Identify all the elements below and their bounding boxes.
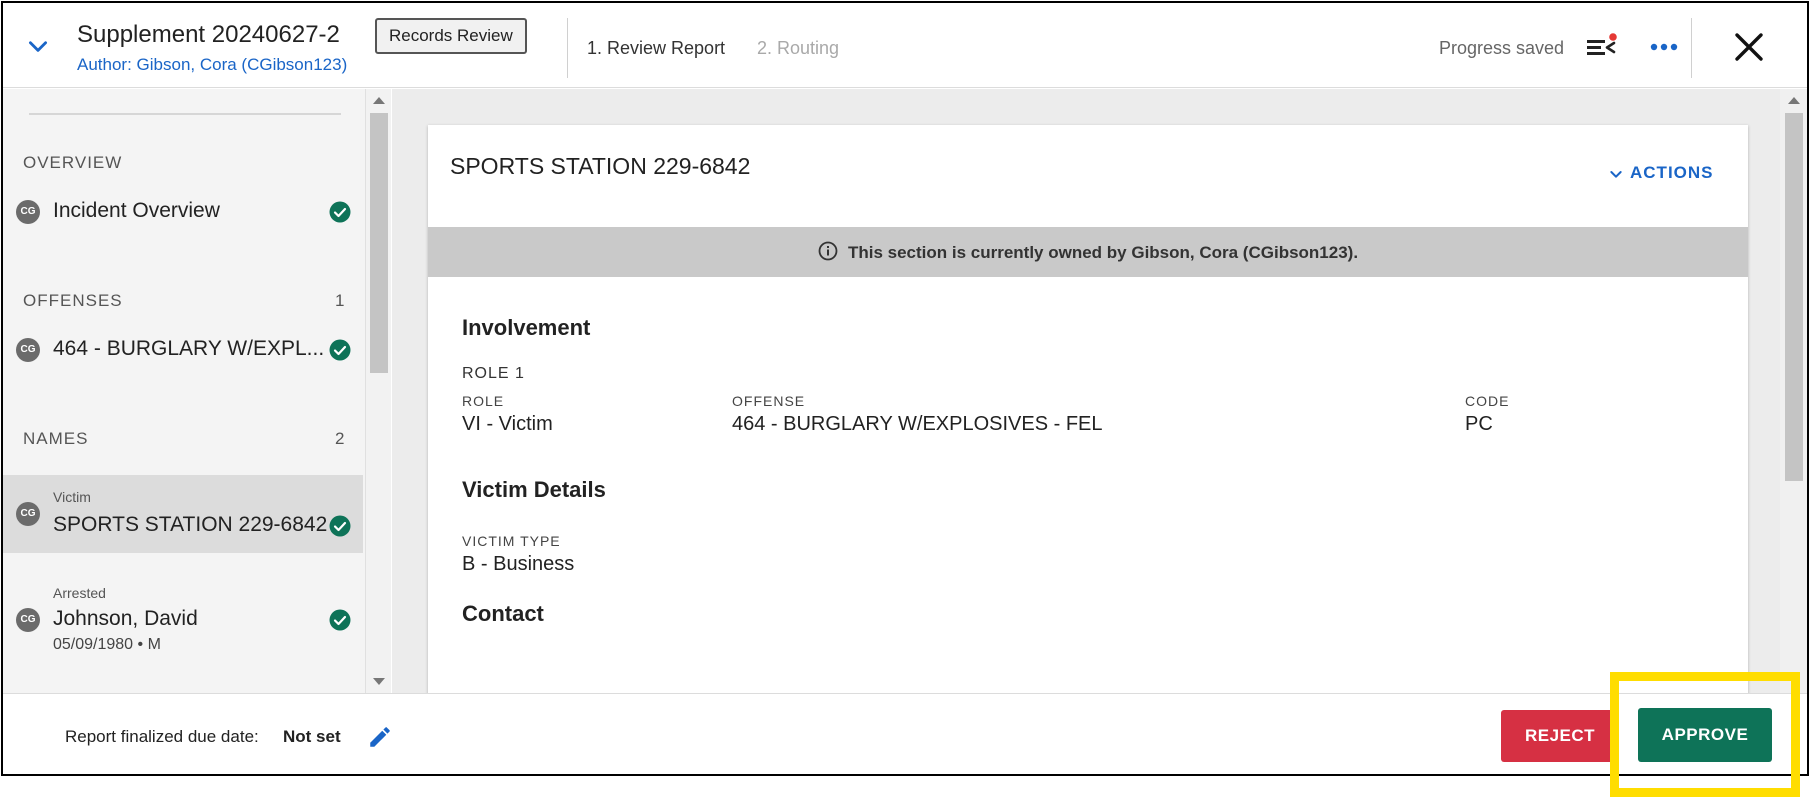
close-icon[interactable] bbox=[1733, 31, 1765, 63]
check-circle-icon bbox=[329, 609, 351, 631]
avatar: CG bbox=[16, 338, 40, 362]
scrollbar-thumb[interactable] bbox=[370, 113, 388, 373]
report-review-window: Supplement 20240627-2 Author: Gibson, Co… bbox=[1, 1, 1809, 776]
scroll-down-arrow-icon[interactable] bbox=[373, 678, 385, 685]
info-icon bbox=[818, 241, 838, 261]
check-circle-icon bbox=[329, 201, 351, 223]
header-divider bbox=[1691, 18, 1692, 78]
sidebar-item-incident-overview[interactable]: CG Incident Overview bbox=[3, 185, 363, 239]
step-routing[interactable]: 2. Routing bbox=[757, 38, 839, 59]
approve-button[interactable]: APPROVE bbox=[1638, 708, 1772, 762]
scroll-up-arrow-icon[interactable] bbox=[1788, 97, 1800, 104]
sidebar-scrollbar[interactable] bbox=[365, 89, 391, 693]
sidebar-divider bbox=[29, 113, 341, 115]
sidebar-item-label: 464 - BURGLARY W/EXPL... bbox=[53, 337, 325, 360]
sidebar-item-offense[interactable]: CG 464 - BURGLARY W/EXPL... bbox=[3, 323, 363, 377]
chevron-down-icon[interactable] bbox=[25, 33, 51, 59]
scrollbar-thumb[interactable] bbox=[1785, 113, 1803, 481]
contact-heading: Contact bbox=[462, 601, 544, 626]
chevron-down-icon bbox=[1610, 170, 1622, 178]
avatar: CG bbox=[16, 608, 40, 632]
report-title: Supplement 20240627-2 bbox=[77, 21, 340, 48]
section-heading-offenses: OFFENSES bbox=[23, 291, 123, 310]
reject-button[interactable]: REJECT bbox=[1501, 710, 1619, 762]
pencil-icon[interactable] bbox=[367, 724, 393, 750]
sidebar-item-victim[interactable]: Victim CG SPORTS STATION 229-6842 bbox=[3, 475, 363, 553]
due-date-label: Report finalized due date: bbox=[65, 727, 259, 746]
victim-type-label: VICTIM TYPE bbox=[462, 533, 561, 549]
names-count: 2 bbox=[335, 429, 345, 448]
more-horizontal-icon[interactable] bbox=[1649, 37, 1679, 57]
code-label: CODE bbox=[1465, 393, 1510, 409]
actions-label: ACTIONS bbox=[1630, 163, 1714, 182]
offenses-count: 1 bbox=[335, 291, 345, 310]
offense-value: 464 - BURGLARY W/EXPLOSIVES - FEL bbox=[732, 413, 1103, 435]
victim-type-value: B - Business bbox=[462, 553, 575, 575]
actions-dropdown-button[interactable]: ACTIONS bbox=[1608, 163, 1714, 189]
role-value: VI - Victim bbox=[462, 413, 553, 435]
main-scrollbar[interactable] bbox=[1780, 89, 1807, 693]
avatar: CG bbox=[16, 200, 40, 224]
offense-label: OFFENSE bbox=[732, 393, 806, 409]
involvement-heading: Involvement bbox=[462, 315, 591, 340]
due-date-value: Not set bbox=[283, 727, 341, 746]
ownership-banner: This section is currently owned by Gibso… bbox=[428, 227, 1748, 277]
code-value: PC bbox=[1465, 413, 1493, 435]
card-title: SPORTS STATION 229-6842 bbox=[450, 153, 751, 179]
sidebar-item-label: Johnson, David bbox=[53, 607, 198, 630]
report-author-link[interactable]: Author: Gibson, Cora (CGibson123) bbox=[77, 55, 347, 75]
sidebar-item-label: SPORTS STATION 229-6842 bbox=[53, 513, 328, 536]
sidebar-item-label: Incident Overview bbox=[53, 199, 220, 222]
step-review-report[interactable]: 1. Review Report bbox=[587, 38, 725, 59]
footer: Report finalized due date: Not set REJEC… bbox=[3, 693, 1807, 774]
main-content: SPORTS STATION 229-6842 ACTIONS This sec… bbox=[392, 89, 1807, 693]
header-divider bbox=[567, 18, 568, 78]
check-circle-icon bbox=[329, 339, 351, 361]
avatar: CG bbox=[16, 502, 40, 526]
role-heading: ROLE 1 bbox=[462, 365, 525, 382]
ownership-text: This section is currently owned by Gibso… bbox=[847, 243, 1359, 262]
progress-saved-status: Progress saved bbox=[1439, 38, 1565, 58]
records-review-badge: Records Review bbox=[375, 18, 527, 54]
section-heading-names: NAMES bbox=[23, 429, 89, 448]
section-heading-overview: OVERVIEW bbox=[23, 153, 123, 172]
sidebar-item-role: Arrested bbox=[53, 585, 106, 601]
check-circle-icon bbox=[329, 515, 351, 537]
sidebar-item-meta: 05/09/1980 • M bbox=[53, 636, 161, 653]
sidebar: OVERVIEW CG Incident Overview OFFENSES 1… bbox=[3, 89, 365, 693]
role-label: ROLE bbox=[462, 393, 505, 409]
sidebar-item-role: Victim bbox=[53, 489, 91, 505]
sidebar-item-arrested[interactable]: Arrested CG Johnson, David 05/09/1980 • … bbox=[3, 577, 363, 677]
record-card: SPORTS STATION 229-6842 ACTIONS This sec… bbox=[428, 125, 1748, 693]
victim-details-heading: Victim Details bbox=[462, 477, 606, 502]
header: Supplement 20240627-2 Author: Gibson, Co… bbox=[3, 3, 1807, 88]
queue-list-icon[interactable] bbox=[1585, 33, 1617, 61]
scroll-up-arrow-icon[interactable] bbox=[373, 97, 385, 104]
